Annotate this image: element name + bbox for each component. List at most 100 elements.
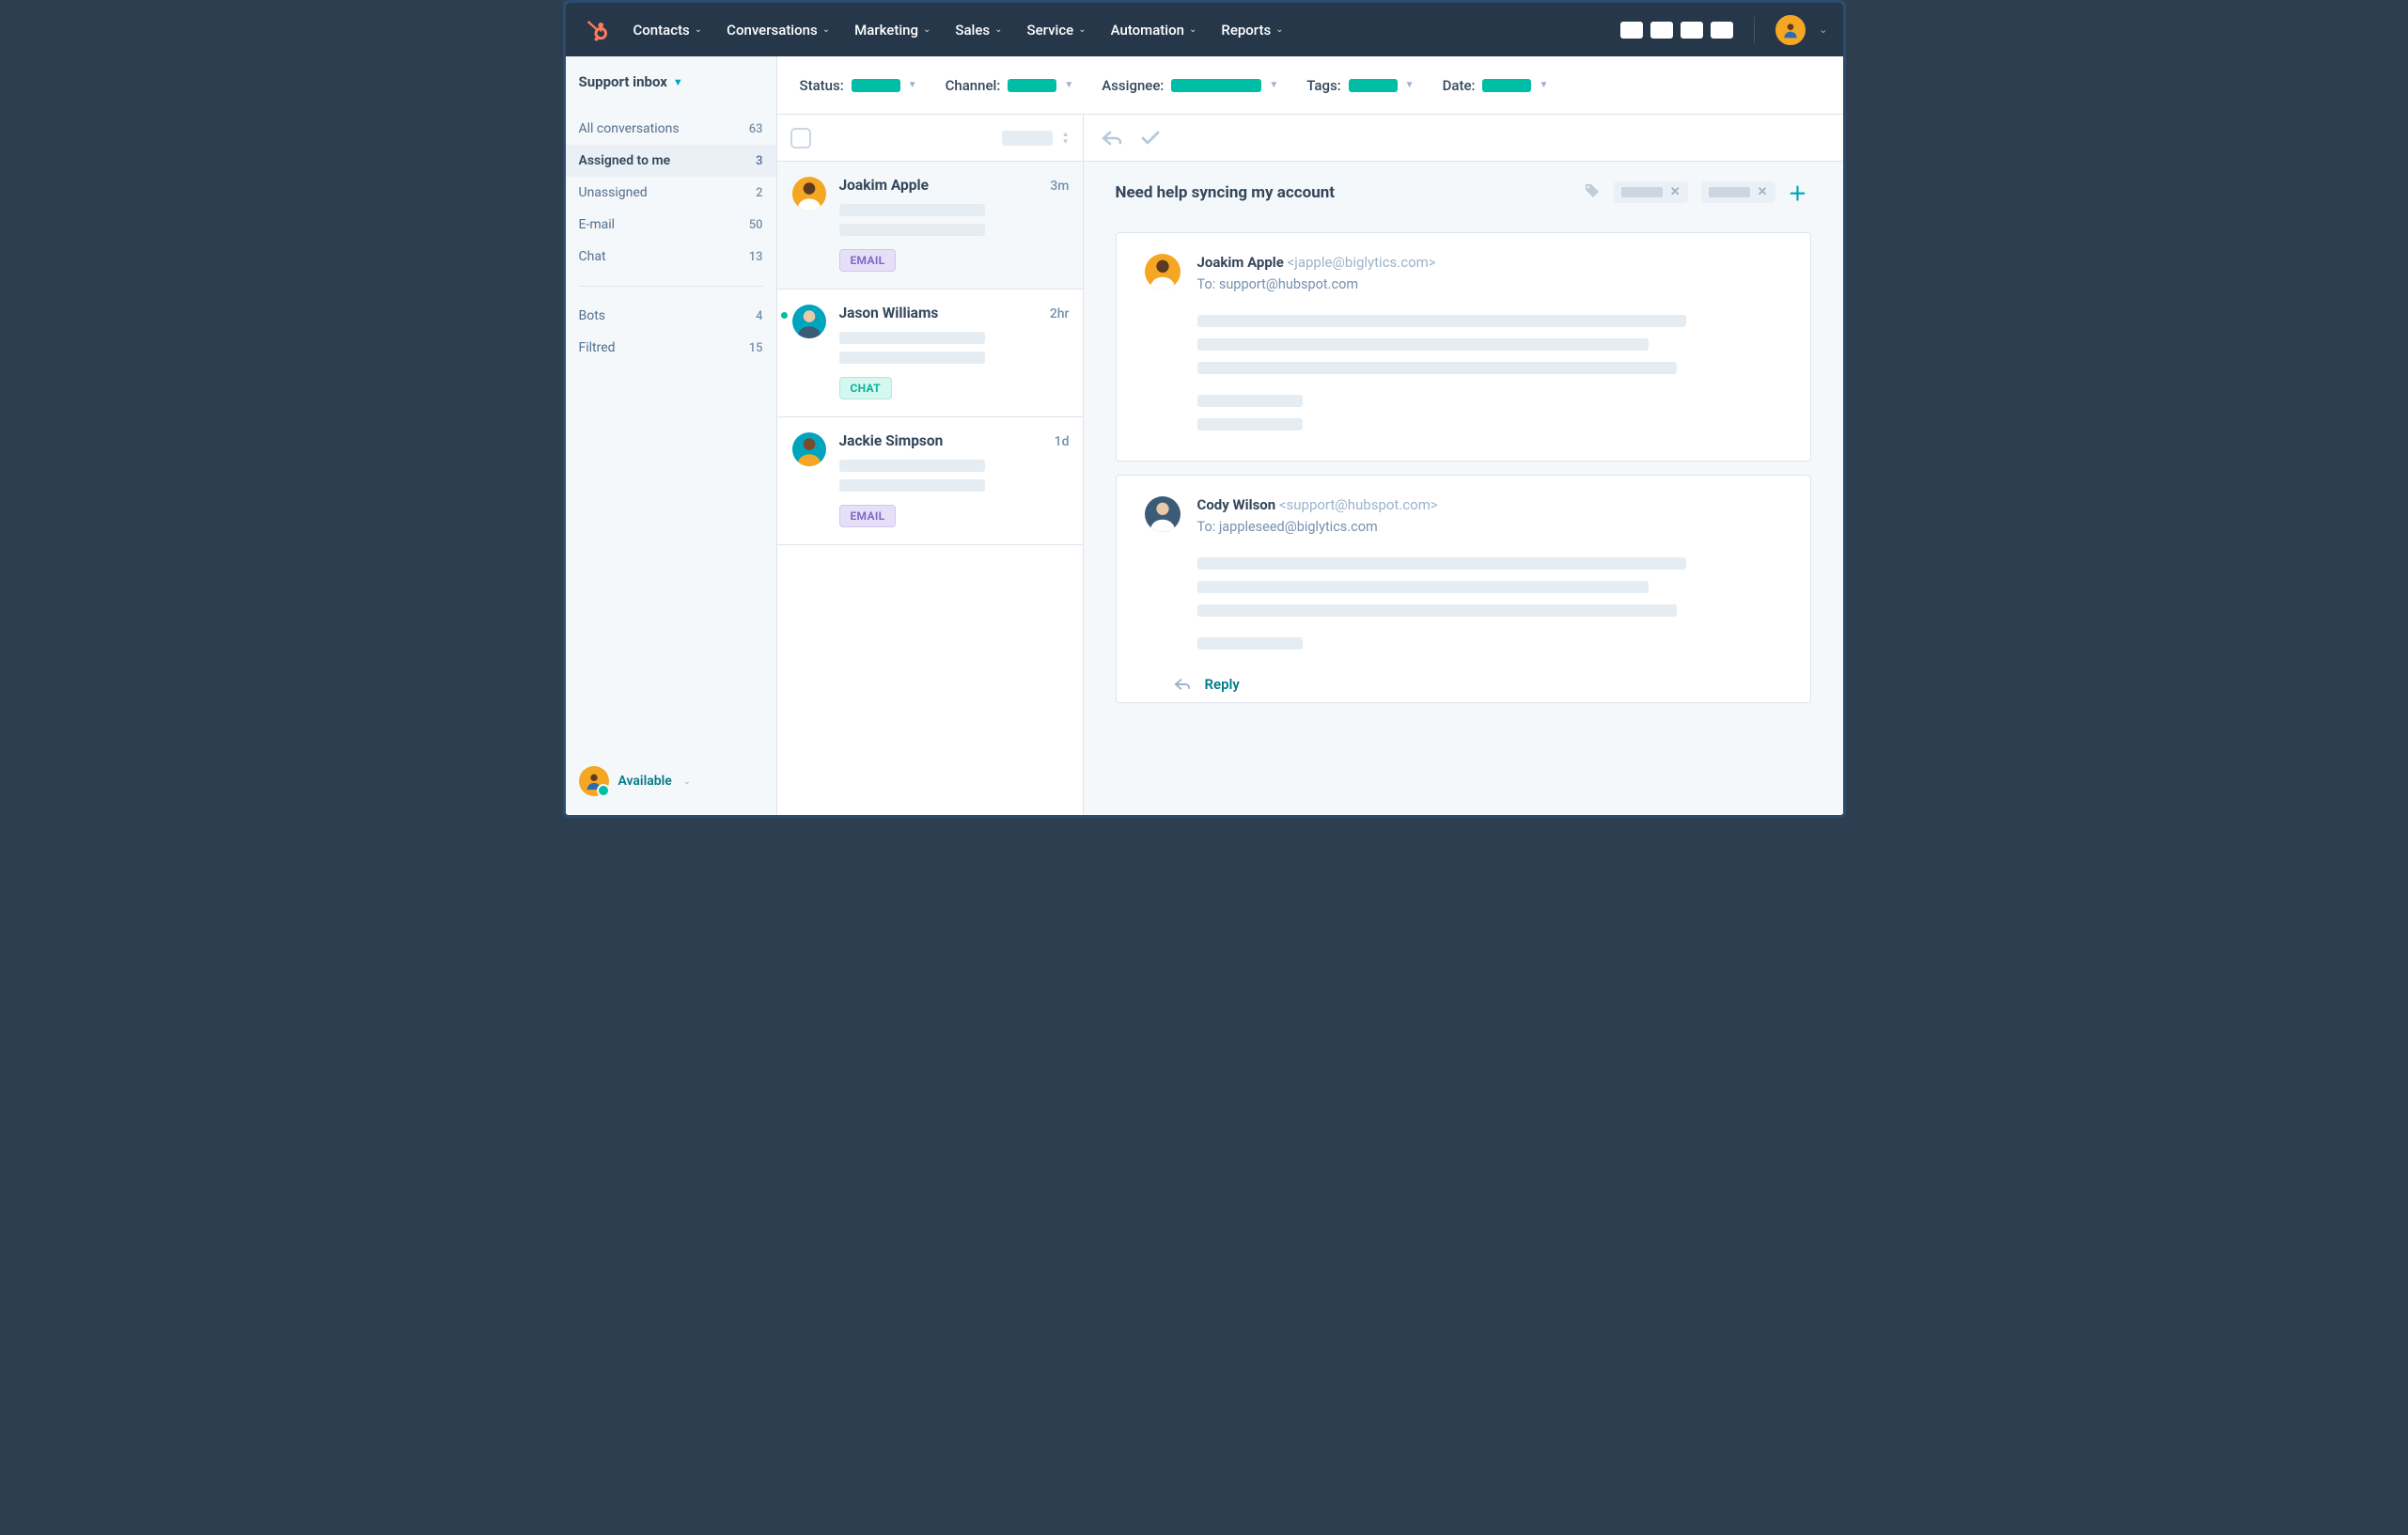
time-ago: 3m bbox=[1050, 179, 1069, 194]
nav-service[interactable]: Service⌄ bbox=[1027, 22, 1087, 39]
sidebar-item-assigned[interactable]: Assigned to me3 bbox=[566, 145, 776, 177]
chevron-down-icon: ▼ bbox=[1269, 80, 1278, 90]
reply-button[interactable]: Reply bbox=[1205, 676, 1240, 693]
message-header: Joakim Apple <japple@biglytics.com> To: … bbox=[1145, 254, 1782, 292]
sender-name: Cody Wilson bbox=[1197, 496, 1276, 513]
sidebar-item-all[interactable]: All conversations 63 bbox=[566, 113, 776, 145]
conversation-subject: Need help syncing my account bbox=[1116, 183, 1571, 202]
nav-conversations[interactable]: Conversations⌄ bbox=[727, 22, 830, 39]
sort-placeholder bbox=[1002, 131, 1053, 146]
filter-channel[interactable]: Channel:▼ bbox=[946, 77, 1074, 94]
message-body bbox=[1197, 557, 1782, 650]
filter-date[interactable]: Date:▼ bbox=[1443, 77, 1549, 94]
nav-action-4[interactable] bbox=[1711, 22, 1733, 39]
conversation-row[interactable]: Jackie Simpson1d EMAIL bbox=[777, 417, 1083, 545]
sidebar: Support inbox ▼ All conversations 63 Assi… bbox=[566, 56, 777, 815]
sidebar-item-filtered[interactable]: Filtred15 bbox=[566, 332, 776, 364]
sidebar-item-chat[interactable]: Chat13 bbox=[566, 241, 776, 273]
hubspot-logo[interactable] bbox=[581, 15, 611, 45]
message: Joakim Apple <japple@biglytics.com> To: … bbox=[1116, 232, 1811, 462]
time-ago: 2hr bbox=[1050, 306, 1070, 321]
conversation-detail: Need help syncing my account ✕ ✕ ＋ bbox=[1084, 115, 1843, 815]
top-nav: Contacts⌄ Conversations⌄ Marketing⌄ Sale… bbox=[566, 3, 1843, 56]
nav-automation[interactable]: Automation⌄ bbox=[1111, 22, 1197, 39]
tag-icon[interactable] bbox=[1584, 182, 1601, 203]
channel-tag: EMAIL bbox=[839, 505, 897, 527]
preview-placeholder bbox=[839, 224, 985, 236]
reply-icon[interactable] bbox=[1101, 129, 1123, 148]
nav-reports[interactable]: Reports⌄ bbox=[1221, 22, 1283, 39]
remove-tag-icon[interactable]: ✕ bbox=[1670, 185, 1681, 199]
chevron-down-icon: ⌄ bbox=[1078, 24, 1086, 35]
sort-toggle[interactable]: ▲▼ bbox=[1062, 131, 1070, 145]
nav-sales[interactable]: Sales⌄ bbox=[955, 22, 1002, 39]
filter-status[interactable]: Status:▼ bbox=[800, 77, 917, 94]
filter-assignee[interactable]: Assignee:▼ bbox=[1102, 77, 1278, 94]
conversation-row[interactable]: Joakim Apple3m EMAIL bbox=[777, 162, 1083, 290]
sender-email: <support@hubspot.com> bbox=[1279, 496, 1438, 513]
sidebar-item-label: E-mail bbox=[579, 217, 616, 232]
chevron-down-icon: ▼ bbox=[673, 76, 683, 88]
avatar bbox=[1145, 254, 1181, 290]
tag-chip: ✕ bbox=[1701, 181, 1775, 203]
conversation-body: Jason Williams 2hr CHAT bbox=[839, 305, 1070, 399]
user-avatar[interactable] bbox=[1775, 15, 1806, 45]
chevron-down-icon: ⌄ bbox=[1275, 24, 1283, 35]
preview-placeholder bbox=[839, 460, 985, 472]
sender-email: <japple@biglytics.com> bbox=[1288, 254, 1436, 271]
sidebar-item-label: Bots bbox=[579, 308, 606, 323]
presence-selector[interactable]: Available ⌄ bbox=[566, 751, 776, 815]
inbox-title: Support inbox bbox=[579, 73, 667, 90]
filter-tags[interactable]: Tags:▼ bbox=[1306, 77, 1414, 94]
inbox-selector[interactable]: Support inbox ▼ bbox=[566, 56, 776, 98]
select-all-checkbox[interactable] bbox=[790, 128, 811, 149]
filter-value-placeholder bbox=[1171, 79, 1261, 92]
sidebar-item-count: 63 bbox=[749, 122, 763, 136]
avatar bbox=[792, 177, 826, 211]
message: Cody Wilson <support@hubspot.com> To: ja… bbox=[1116, 475, 1811, 703]
avatar bbox=[792, 432, 826, 466]
text-placeholder bbox=[1197, 338, 1649, 351]
nav-marketing[interactable]: Marketing⌄ bbox=[854, 22, 930, 39]
chevron-down-icon: ▼ bbox=[908, 80, 917, 90]
nav-contacts[interactable]: Contacts⌄ bbox=[633, 22, 703, 39]
nav-action-2[interactable] bbox=[1650, 22, 1673, 39]
contact-name: Jackie Simpson bbox=[839, 432, 944, 449]
checkmark-icon[interactable] bbox=[1140, 129, 1161, 148]
preview-placeholder bbox=[839, 352, 985, 364]
conversation-body: Joakim Apple3m EMAIL bbox=[839, 177, 1070, 272]
sidebar-item-bots[interactable]: Bots4 bbox=[566, 300, 776, 332]
chevron-down-icon: ⌄ bbox=[695, 24, 702, 35]
text-placeholder bbox=[1197, 418, 1303, 431]
preview-placeholder bbox=[839, 332, 985, 344]
sidebar-item-count: 2 bbox=[756, 186, 762, 200]
preview-placeholder bbox=[839, 204, 985, 216]
tag-placeholder bbox=[1621, 187, 1663, 197]
message-meta: Joakim Apple <japple@biglytics.com> To: … bbox=[1197, 254, 1436, 292]
nav-menu: Contacts⌄ Conversations⌄ Marketing⌄ Sale… bbox=[633, 22, 1621, 39]
tag-placeholder bbox=[1709, 187, 1750, 197]
sidebar-item-unassigned[interactable]: Unassigned 2 bbox=[566, 177, 776, 209]
contact-name: Joakim Apple bbox=[839, 177, 929, 194]
chevron-down-icon: ⌄ bbox=[683, 776, 691, 787]
remove-tag-icon[interactable]: ✕ bbox=[1758, 185, 1768, 199]
contact-name: Jason Williams bbox=[839, 305, 939, 321]
nav-action-3[interactable] bbox=[1681, 22, 1703, 39]
user-menu-caret[interactable]: ⌄ bbox=[1819, 23, 1827, 36]
chevron-down-icon: ▼ bbox=[1405, 80, 1415, 90]
sidebar-item-email[interactable]: E-mail 50 bbox=[566, 209, 776, 241]
main: Status:▼ Channel:▼ Assignee:▼ Tags:▼ Dat… bbox=[777, 56, 1843, 815]
sidebar-item-label: Unassigned bbox=[579, 185, 648, 200]
sidebar-item-label: Filtred bbox=[579, 340, 616, 355]
unread-dot-icon bbox=[781, 312, 788, 319]
message-header: Cody Wilson <support@hubspot.com> To: ja… bbox=[1145, 496, 1782, 535]
channel-tag: CHAT bbox=[839, 377, 892, 399]
conversation-row[interactable]: Jason Williams 2hr CHAT bbox=[777, 290, 1083, 417]
tag-chip: ✕ bbox=[1614, 181, 1688, 203]
detail-header: Need help syncing my account ✕ ✕ ＋ bbox=[1084, 162, 1843, 219]
nav-action-1[interactable] bbox=[1620, 22, 1643, 39]
add-tag-button[interactable]: ＋ bbox=[1789, 179, 1807, 206]
list-header: ▲▼ bbox=[777, 115, 1083, 162]
sidebar-item-label: All conversations bbox=[579, 121, 680, 136]
sidebar-item-count: 50 bbox=[749, 218, 763, 232]
